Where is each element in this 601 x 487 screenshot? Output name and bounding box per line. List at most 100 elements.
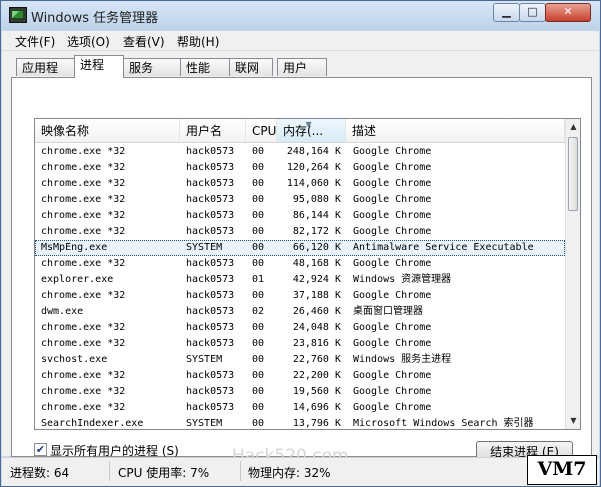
vertical-scrollbar[interactable]: ▲ ▼ — [565, 119, 580, 429]
process-user-cell: hack0573 — [186, 146, 235, 157]
process-cpu-cell: 00 — [252, 226, 265, 237]
process-user-cell: hack0573 — [186, 386, 235, 397]
process-cpu-cell: 00 — [252, 146, 265, 157]
process-user-cell: hack0573 — [186, 402, 235, 413]
scroll-down-icon[interactable]: ▼ — [566, 413, 580, 429]
process-user-cell: hack0573 — [186, 338, 235, 349]
tab-applications[interactable]: 应用程序 — [16, 58, 75, 93]
process-row[interactable]: chrome.exe *32 hack0573 00 14,696 K Google C… — [35, 400, 565, 416]
process-row[interactable]: MsMpEng.exe SYSTEM 00 66,120 K Antimalware S… — [35, 240, 565, 256]
process-memory-cell: 248,164 K — [286, 146, 341, 157]
process-row[interactable]: dwm.exe hack0573 02 26,460 K 桌面窗口管理器 — [35, 304, 565, 320]
tab-processes[interactable]: 进程 — [74, 55, 124, 78]
process-description-cell: Windows 资源管理器 — [353, 274, 452, 285]
process-description-cell: Antimalware Service Executable — [353, 242, 534, 253]
process-row[interactable]: svchost.exe SYSTEM 00 22,760 K Windows 服务主进程 — [35, 352, 565, 368]
scroll-up-icon[interactable]: ▲ — [566, 119, 580, 135]
process-description-cell: Microsoft Windows Search 索引器 — [353, 418, 534, 429]
process-name-cell: chrome.exe *32 — [41, 226, 126, 237]
process-description-cell: 桌面窗口管理器 — [353, 306, 423, 317]
menu-help[interactable]: 帮助(H) — [177, 33, 219, 50]
column-header-user-name[interactable]: 用户名 — [180, 119, 246, 143]
process-user-cell: hack0573 — [186, 306, 235, 317]
process-name-cell: chrome.exe *32 — [41, 162, 126, 173]
process-description-cell: Google Chrome — [353, 210, 432, 221]
process-description-cell: Google Chrome — [353, 258, 432, 269]
process-cpu-cell: 00 — [252, 178, 265, 189]
tab-performance[interactable]: 性能 — [180, 58, 230, 76]
process-user-cell: SYSTEM — [186, 242, 223, 253]
column-header-image-name[interactable]: 映像名称 — [35, 119, 180, 143]
process-user-cell: hack0573 — [186, 370, 235, 381]
process-description-cell: Google Chrome — [353, 162, 432, 173]
process-row[interactable]: chrome.exe *32 hack0573 00 86,144 K Google C… — [35, 208, 565, 224]
title-bar[interactable]: Windows 任务管理器 ▁ □ ✕ — [1, 1, 600, 30]
process-user-cell: hack0573 — [186, 258, 235, 269]
process-user-cell: SYSTEM — [186, 418, 223, 429]
process-cpu-cell: 00 — [252, 370, 265, 381]
menu-view[interactable]: 查看(V) — [123, 33, 165, 50]
process-row[interactable]: chrome.exe *32 hack0573 00 22,200 K Google C… — [35, 368, 565, 384]
process-description-cell: Google Chrome — [353, 338, 432, 349]
close-button[interactable]: ✕ — [545, 3, 591, 22]
status-process-count: 进程数: 64 — [10, 466, 70, 480]
process-cpu-cell: 00 — [252, 242, 265, 253]
process-description-cell: Google Chrome — [353, 226, 432, 237]
process-row[interactable]: chrome.exe *32 hack0573 00 19,560 K Google C… — [35, 384, 565, 400]
process-description-cell: Google Chrome — [353, 386, 432, 397]
tab-networking[interactable]: 联网 — [229, 58, 273, 76]
process-description-cell: Google Chrome — [353, 194, 432, 205]
process-user-cell: hack0573 — [186, 178, 235, 189]
column-header-image-name-label: 映像名称 — [41, 124, 90, 138]
tab-services[interactable]: 服务 — [123, 58, 181, 76]
maximize-button[interactable]: □ — [519, 3, 546, 22]
column-header-description[interactable]: 描述 — [346, 119, 565, 143]
status-cpu-usage: CPU 使用率: 7% — [118, 466, 210, 480]
process-name-cell: chrome.exe *32 — [41, 146, 126, 157]
process-memory-cell: 22,200 K — [292, 370, 341, 381]
process-memory-cell: 86,144 K — [292, 210, 341, 221]
process-row[interactable]: chrome.exe *32 hack0573 00 37,188 K Google C… — [35, 288, 565, 304]
process-memory-cell: 13,796 K — [292, 418, 341, 429]
process-cpu-cell: 00 — [252, 354, 265, 365]
checkmark-icon: ✔ — [35, 443, 46, 456]
process-row[interactable]: chrome.exe *32 hack0573 00 82,172 K Google C… — [35, 224, 565, 240]
process-cpu-cell: 00 — [252, 290, 265, 301]
menu-options[interactable]: 选项(O) — [67, 33, 110, 50]
menu-bar: 文件(F) 选项(O) 查看(V) 帮助(H) — [2, 31, 599, 51]
menu-file[interactable]: 文件(F) — [15, 33, 55, 50]
process-name-cell: chrome.exe *32 — [41, 402, 126, 413]
process-row[interactable]: chrome.exe *32 hack0573 00 95,080 K Google C… — [35, 192, 565, 208]
process-list[interactable]: 映像名称 用户名 CPU ▼ 内存(... 描述 chrome.exe *32 h… — [34, 118, 581, 430]
process-row[interactable]: chrome.exe *32 hack0573 00 114,060 K Google … — [35, 176, 565, 192]
process-row[interactable]: chrome.exe *32 hack0573 00 248,164 K Google … — [35, 144, 565, 160]
tab-users[interactable]: 用户 — [277, 58, 327, 76]
task-manager-window: Windows 任务管理器 ▁ □ ✕ 文件(F) 选项(O) 查看(V) 帮助… — [0, 0, 601, 487]
process-rows: chrome.exe *32 hack0573 00 248,164 K Google … — [35, 144, 565, 429]
process-cpu-cell: 00 — [252, 194, 265, 205]
column-header-memory[interactable]: ▼ 内存(... — [277, 119, 346, 143]
status-divider — [109, 461, 110, 481]
minimize-button[interactable]: ▁ — [493, 3, 520, 22]
show-all-users-checkbox[interactable]: ✔ — [34, 443, 47, 456]
process-name-cell: chrome.exe *32 — [41, 386, 126, 397]
process-memory-cell: 14,696 K — [292, 402, 341, 413]
process-description-cell: Google Chrome — [353, 290, 432, 301]
column-header-description-label: 描述 — [352, 124, 377, 138]
process-row[interactable]: chrome.exe *32 hack0573 00 120,264 K Google … — [35, 160, 565, 176]
process-name-cell: MsMpEng.exe — [41, 242, 108, 253]
column-header-cpu[interactable]: CPU — [246, 119, 277, 143]
process-memory-cell: 22,760 K — [292, 354, 341, 365]
processes-panel: 映像名称 用户名 CPU ▼ 内存(... 描述 chrome.exe *32 h… — [11, 77, 592, 466]
process-cpu-cell: 00 — [252, 402, 265, 413]
process-row[interactable]: chrome.exe *32 hack0573 00 23,816 K Google C… — [35, 336, 565, 352]
scrollbar-thumb[interactable] — [568, 137, 578, 211]
process-user-cell: hack0573 — [186, 274, 235, 285]
process-memory-cell: 48,168 K — [292, 258, 341, 269]
process-memory-cell: 23,816 K — [292, 338, 341, 349]
process-row[interactable]: explorer.exe hack0573 01 42,924 K Windows 资源… — [35, 272, 565, 288]
process-row[interactable]: SearchIndexer.exe SYSTEM 00 13,796 K Microso… — [35, 416, 565, 429]
process-row[interactable]: chrome.exe *32 hack0573 00 24,048 K Google C… — [35, 320, 565, 336]
process-row[interactable]: chrome.exe *32 hack0573 00 48,168 K Google C… — [35, 256, 565, 272]
process-cpu-cell: 00 — [252, 338, 265, 349]
